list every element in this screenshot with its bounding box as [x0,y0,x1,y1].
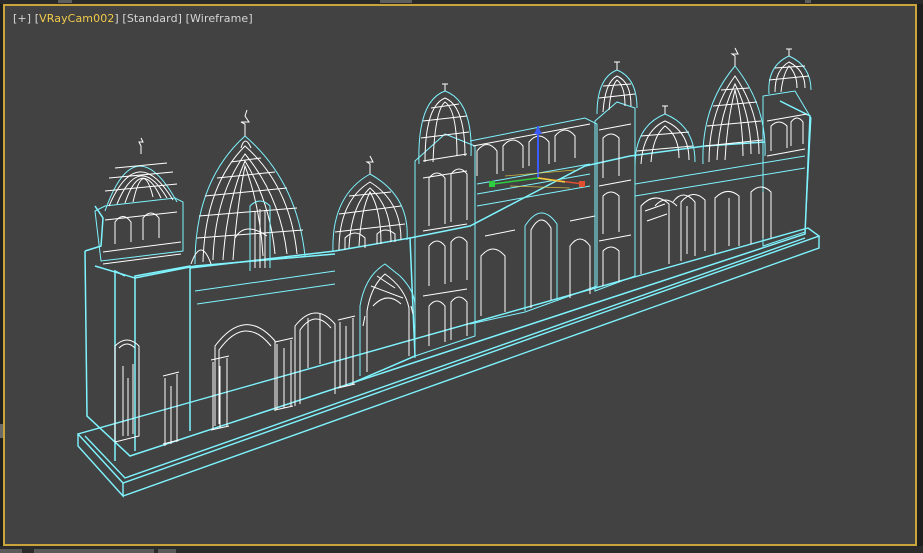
central-tower-right[interactable] [594,61,638,292]
timeline-segment[interactable] [0,549,22,553]
facade-outline[interactable] [84,100,811,461]
right-small-dome[interactable] [634,105,696,167]
middle-dome[interactable] [332,155,408,253]
central-gateway[interactable] [469,117,598,325]
timeline-scrollbar[interactable] [34,549,154,553]
lower-arcade[interactable] [114,270,356,446]
left-tower[interactable] [94,137,184,265]
central-tower-left[interactable] [414,83,476,357]
right-arcade[interactable] [634,155,806,274]
wireframe-model[interactable] [5,6,915,544]
viewport-camera[interactable]: [+] [VRayCam002] [Standard] [Wireframe] [3,4,917,546]
base-slab[interactable] [76,227,821,498]
right-onion-dome[interactable] [702,47,766,165]
toolbar-tab[interactable] [58,0,72,3]
toolbar-tab[interactable] [805,0,811,3]
viewport-edge-handle[interactable] [0,424,3,438]
toolbar-tab[interactable] [386,0,412,3]
far-right-tower[interactable] [762,48,812,247]
left-onion-dome[interactable] [190,109,306,271]
bottom-toolbar-strip [0,546,923,553]
timeline-segment[interactable] [158,549,176,553]
